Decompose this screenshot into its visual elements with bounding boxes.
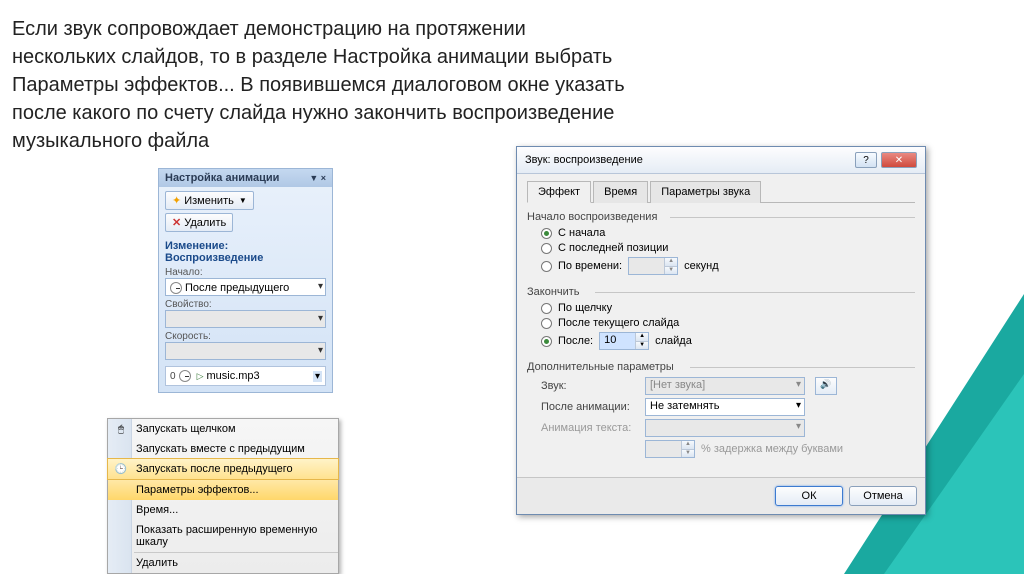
time-input: ▲▼ xyxy=(628,257,678,275)
change-label: Изменить xyxy=(184,195,234,207)
star-icon: ✦ xyxy=(172,194,181,207)
mouse-icon: 🖱 xyxy=(114,422,128,436)
item-filename: music.mp3 xyxy=(206,370,259,382)
clock-icon xyxy=(170,282,182,294)
radio-from-start[interactable] xyxy=(541,228,552,239)
sound-label: Звук: xyxy=(541,380,639,392)
chevron-down-icon[interactable]: ▼ × xyxy=(309,173,326,183)
menu-start-click[interactable]: 🖱 Запускать щелчком xyxy=(108,419,338,439)
radio-after-n[interactable] xyxy=(541,336,552,347)
menu-show-timeline[interactable]: Показать расширенную временную шкалу xyxy=(108,520,338,552)
tab-bar: Эффект Время Параметры звука xyxy=(527,180,915,203)
group-extra-title: Дополнительные параметры xyxy=(527,361,678,373)
property-select xyxy=(165,310,326,328)
start-value: После предыдущего xyxy=(185,282,289,294)
menu-label: Показать расширенную временную шкалу xyxy=(136,524,317,548)
menu-timing[interactable]: Время... xyxy=(108,500,338,520)
after-anim-label: После анимации: xyxy=(541,401,639,413)
ok-button[interactable]: ОК xyxy=(775,486,843,506)
help-button[interactable]: ? xyxy=(855,152,877,168)
change-button[interactable]: ✦ Изменить ▼ xyxy=(165,191,254,210)
after-value: 10 xyxy=(604,334,616,346)
menu-start-after[interactable]: 🕒 Запускать после предыдущего xyxy=(107,458,339,480)
after-anim-combo[interactable]: Не затемнять xyxy=(645,398,805,416)
animation-panel: Настройка анимации ▼ × ✦ Изменить ▼ ✕ Уд… xyxy=(158,168,333,393)
menu-remove[interactable]: Удалить xyxy=(108,553,338,573)
radio-label: После: xyxy=(558,335,593,347)
speed-select xyxy=(165,342,326,360)
radio-from-last[interactable] xyxy=(541,243,552,254)
sound-value: [Нет звука] xyxy=(650,379,705,391)
group-start-title: Начало воспроизведения xyxy=(527,211,661,223)
radio-on-click[interactable] xyxy=(541,303,552,314)
menu-label: Запускать после предыдущего xyxy=(136,463,293,475)
radio-after-current[interactable] xyxy=(541,318,552,329)
description-text: Если звук сопровождает демонстрацию на п… xyxy=(12,15,632,155)
cancel-button[interactable]: Отмена xyxy=(849,486,917,506)
dialog-titlebar: Звук: воспроизведение ? ✕ xyxy=(517,147,925,174)
menu-label: Запускать вместе с предыдущим xyxy=(136,443,305,455)
spinner: ▲▼ xyxy=(681,441,694,457)
start-label: Начало: xyxy=(165,267,326,278)
sound-combo[interactable]: [Нет звука] xyxy=(645,377,805,395)
dropdown-arrow-icon: ▼ xyxy=(239,196,247,205)
menu-label: Параметры эффектов... xyxy=(136,484,259,496)
radio-by-time[interactable] xyxy=(541,261,552,272)
after-anim-value: Не затемнять xyxy=(650,400,719,412)
clock-icon: 🕒 xyxy=(114,462,128,476)
menu-effect-options[interactable]: Параметры эффектов... xyxy=(108,480,338,500)
item-number: 0 xyxy=(170,371,176,382)
start-select[interactable]: После предыдущего xyxy=(165,278,326,296)
sound-dialog: Звук: воспроизведение ? ✕ Эффект Время П… xyxy=(516,146,926,515)
sound-preview-button[interactable] xyxy=(815,377,837,395)
context-menu: 🖱 Запускать щелчком Запускать вместе с п… xyxy=(107,418,339,574)
tab-timing[interactable]: Время xyxy=(593,181,648,203)
panel-title: Настройка анимации xyxy=(165,172,279,184)
menu-start-with[interactable]: Запускать вместе с предыдущим xyxy=(108,439,338,459)
menu-label: Удалить xyxy=(136,557,178,569)
menu-label: Время... xyxy=(136,504,178,516)
text-anim-combo xyxy=(645,419,805,437)
text-anim-label: Анимация текста: xyxy=(541,422,639,434)
group-end-title: Закончить xyxy=(527,286,584,298)
radio-label: После текущего слайда xyxy=(558,317,679,329)
speed-label: Скорость: xyxy=(165,331,326,342)
tab-sound-params[interactable]: Параметры звука xyxy=(650,181,761,203)
play-icon: ▷ xyxy=(197,371,204,382)
radio-label: По времени: xyxy=(558,260,622,272)
delete-button[interactable]: ✕ Удалить xyxy=(165,213,233,232)
tab-effect[interactable]: Эффект xyxy=(527,181,591,203)
close-button[interactable]: ✕ xyxy=(881,152,917,168)
property-label: Свойство: xyxy=(165,299,326,310)
delete-label: Удалить xyxy=(184,217,226,229)
speaker-icon xyxy=(821,381,831,391)
radio-label: По щелчку xyxy=(558,302,612,314)
spinner[interactable]: ▲▼ xyxy=(635,333,648,349)
spinner[interactable]: ▲▼ xyxy=(664,258,677,274)
delete-x-icon: ✕ xyxy=(172,216,181,229)
delay-input: ▲▼ xyxy=(645,440,695,458)
radio-label: С начала xyxy=(558,227,605,239)
clock-icon xyxy=(179,370,191,382)
radio-label: С последней позиции xyxy=(558,242,668,254)
after-slides-input[interactable]: 10 ▲▼ xyxy=(599,332,649,350)
menu-label: Запускать щелчком xyxy=(136,423,236,435)
animation-item[interactable]: 0 ▷ music.mp3 xyxy=(165,366,326,386)
seconds-label: секунд xyxy=(684,260,719,272)
slides-label: слайда xyxy=(655,335,692,347)
dialog-title: Звук: воспроизведение xyxy=(525,154,643,166)
delay-label: % задержка между буквами xyxy=(701,443,843,455)
section-change-label: Изменение: Воспроизведение xyxy=(165,240,326,264)
panel-title-bar: Настройка анимации ▼ × xyxy=(159,169,332,187)
